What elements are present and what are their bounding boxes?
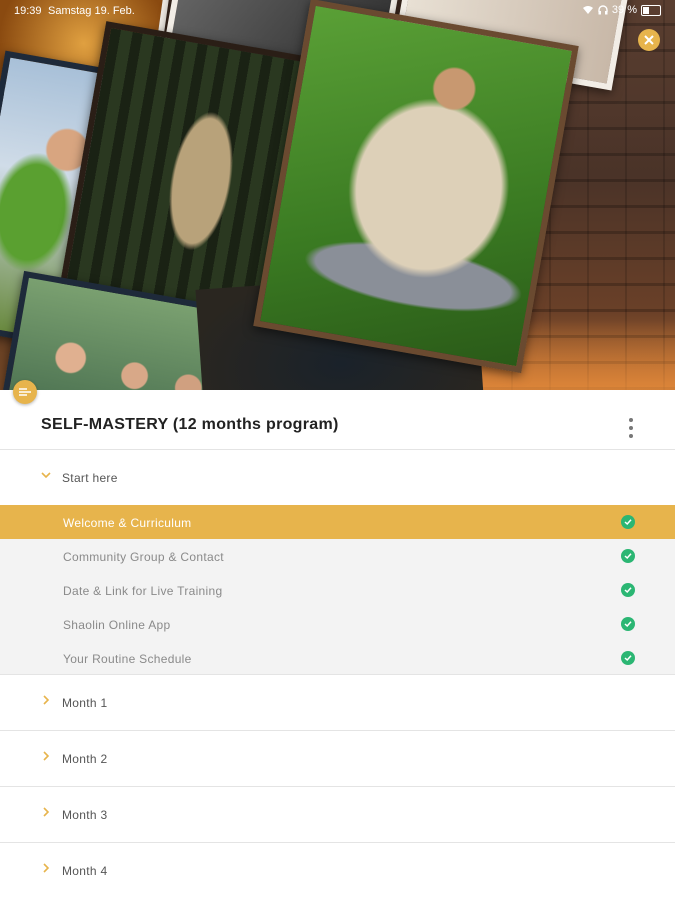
check-circle-icon: [621, 515, 635, 529]
lesson-item[interactable]: Shaolin Online App: [0, 607, 675, 641]
lesson-item[interactable]: Your Routine Schedule: [0, 641, 675, 675]
chevron-down-icon: [41, 472, 51, 479]
section-label: Month 1: [62, 696, 108, 710]
hero-image: [0, 0, 675, 390]
course-title: SELF-MASTERY (12 months program): [41, 416, 339, 433]
status-date: Samstag 19. Feb.: [48, 5, 135, 17]
lesson-list: Welcome & Curriculum Community Group & C…: [0, 505, 675, 675]
status-right: 39 %: [582, 4, 661, 16]
more-options-button[interactable]: [624, 418, 638, 438]
headphones-icon: [598, 5, 608, 15]
chevron-right-icon: [43, 695, 50, 705]
course-badge: [13, 380, 37, 404]
lesson-title: Shaolin Online App: [63, 618, 171, 632]
course-content: SELF-MASTERY (12 months program) Start h…: [0, 390, 675, 900]
section-label: Month 4: [62, 864, 108, 878]
course-icon: [19, 388, 31, 396]
check-circle-icon: [621, 617, 635, 631]
section-label: Start here: [62, 471, 118, 485]
more-vert-icon-dot: [629, 434, 633, 438]
section-month-4[interactable]: Month 4: [0, 843, 675, 899]
section-start-here[interactable]: Start here: [0, 450, 675, 506]
check-circle-icon: [621, 583, 635, 597]
check-circle-icon: [621, 651, 635, 665]
lesson-item[interactable]: Welcome & Curriculum: [0, 505, 675, 539]
battery-icon: [641, 4, 661, 16]
check-circle-icon: [621, 549, 635, 563]
lesson-title: Welcome & Curriculum: [63, 516, 192, 530]
lesson-item[interactable]: Date & Link for Live Training: [0, 573, 675, 607]
close-button[interactable]: [638, 29, 660, 51]
more-vert-icon-dot: [629, 418, 633, 422]
lesson-title: Date & Link for Live Training: [63, 584, 223, 598]
section-month-2[interactable]: Month 2: [0, 731, 675, 787]
more-vert-icon-dot: [629, 426, 633, 430]
chevron-right-icon: [43, 863, 50, 873]
battery-percent: 39 %: [611, 4, 637, 16]
section-label: Month 2: [62, 752, 108, 766]
collage-photo-meditating-monk: [253, 0, 579, 374]
course-header: SELF-MASTERY (12 months program): [0, 390, 675, 450]
chevron-right-icon: [43, 751, 50, 761]
chevron-right-icon: [43, 807, 50, 817]
lesson-title: Community Group & Contact: [63, 550, 224, 564]
lesson-title: Your Routine Schedule: [63, 652, 192, 666]
status-bar: 19:39 Samstag 19. Feb. 39 %: [0, 0, 675, 22]
status-time: 19:39: [14, 5, 42, 17]
lesson-item[interactable]: Community Group & Contact: [0, 539, 675, 573]
close-icon: [644, 35, 654, 45]
section-month-1[interactable]: Month 1: [0, 675, 675, 731]
wifi-icon: [582, 6, 593, 14]
section-label: Month 3: [62, 808, 108, 822]
section-month-3[interactable]: Month 3: [0, 787, 675, 843]
